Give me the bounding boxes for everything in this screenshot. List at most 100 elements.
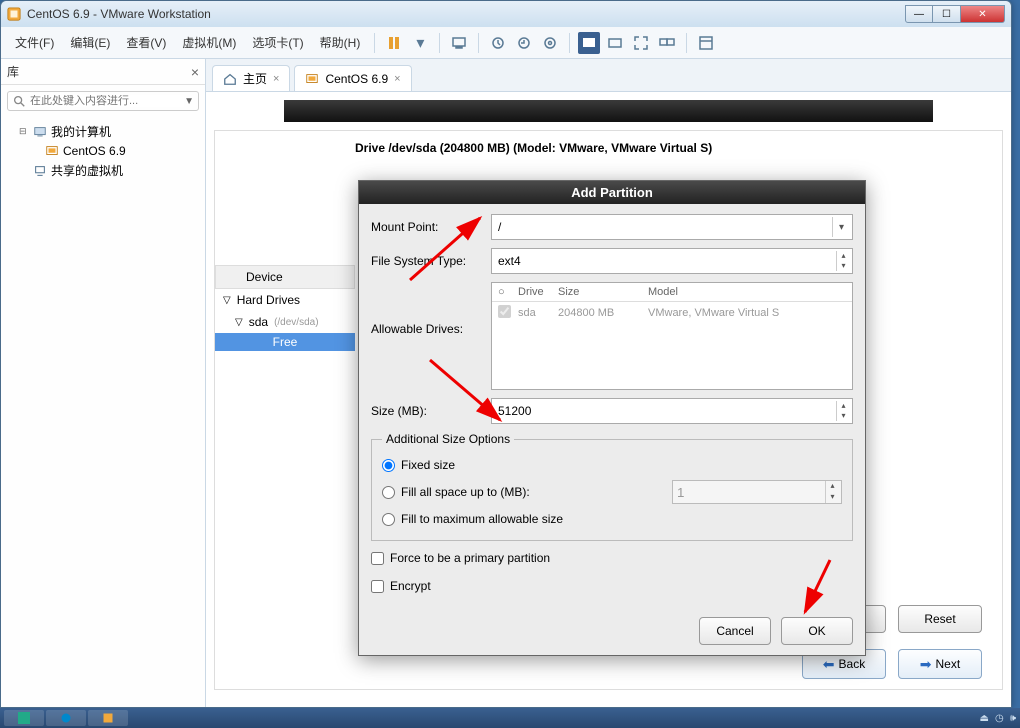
menu-tabs[interactable]: 选项卡(T) xyxy=(246,31,309,54)
fs-type-value: ext4 xyxy=(498,254,521,268)
snapshot-icon[interactable] xyxy=(487,32,509,54)
fixed-size-option[interactable]: Fixed size xyxy=(382,454,842,476)
collapse-icon[interactable]: ⊟ xyxy=(19,126,29,137)
fill-max-radio[interactable] xyxy=(382,513,395,526)
fill-upto-radio[interactable] xyxy=(382,486,395,499)
revert-icon[interactable] xyxy=(513,32,535,54)
pause-icon[interactable] xyxy=(383,32,405,54)
fs-type-label: File System Type: xyxy=(371,254,483,268)
tree-shared-vms[interactable]: 共享的虚拟机 xyxy=(3,160,203,181)
device-column-header: Device xyxy=(215,265,355,289)
mount-point-label: Mount Point: xyxy=(371,220,483,234)
drive-sda-name: sda xyxy=(518,307,558,319)
force-primary-checkbox[interactable] xyxy=(371,552,384,565)
allowable-drives-table[interactable]: ○ Drive Size Model sda 204800 MB VMware,… xyxy=(491,282,853,390)
mount-point-combo[interactable]: / ▾ xyxy=(491,214,853,240)
tab-centos[interactable]: CentOS 6.9 × xyxy=(294,65,411,91)
fullscreen-icon[interactable] xyxy=(630,32,652,54)
allowable-drives-label: Allowable Drives: xyxy=(371,282,483,336)
device-header-label: Device xyxy=(246,270,283,284)
window-maximize-button[interactable]: ☐ xyxy=(933,5,961,23)
tree-vm-label: CentOS 6.9 xyxy=(63,144,126,158)
library-icon[interactable] xyxy=(695,32,717,54)
shared-icon xyxy=(33,164,47,178)
cancel-button[interactable]: Cancel xyxy=(699,617,771,645)
force-primary-option[interactable]: Force to be a primary partition xyxy=(371,547,853,569)
fill-max-label: Fill to maximum allowable size xyxy=(401,512,563,526)
drives-drive-header: Drive xyxy=(518,286,558,298)
menu-vm[interactable]: 虚拟机(M) xyxy=(176,31,242,54)
manage-icon[interactable] xyxy=(539,32,561,54)
library-search-input[interactable] xyxy=(30,95,184,107)
size-input-wrapper: ▴▾ xyxy=(491,398,853,424)
library-panel: 库 × ▼ ⊟ 我的计算机 CentOS 6.9 xyxy=(1,59,206,707)
search-dropdown-icon[interactable]: ▼ xyxy=(184,96,194,107)
tray-icon[interactable]: ◷ xyxy=(995,713,1004,724)
window-minimize-button[interactable]: — xyxy=(905,5,933,23)
sda-path-label: (/dev/sda) xyxy=(274,317,318,328)
fixed-size-label: Fixed size xyxy=(401,458,455,472)
window-titlebar[interactable]: CentOS 6.9 - VMware Workstation — ☐ ✕ xyxy=(1,1,1011,27)
tab-home-close-icon[interactable]: × xyxy=(273,73,279,85)
vm-icon xyxy=(45,144,59,158)
home-icon xyxy=(223,72,237,86)
drives-model-header: Model xyxy=(648,286,846,298)
multi-monitor-icon[interactable] xyxy=(656,32,678,54)
send-keys-icon[interactable] xyxy=(448,32,470,54)
library-search[interactable]: ▼ xyxy=(7,91,199,111)
menu-edit[interactable]: 编辑(E) xyxy=(64,31,116,54)
expand-icon[interactable]: ▽ xyxy=(223,295,231,306)
tab-centos-label: CentOS 6.9 xyxy=(325,72,388,86)
console-view-icon[interactable] xyxy=(578,32,600,54)
window-close-button[interactable]: ✕ xyxy=(961,5,1005,23)
drive-sda-model: VMware, VMware Virtual S xyxy=(648,307,846,319)
additional-legend: Additional Size Options xyxy=(382,432,514,446)
taskbar-app-1[interactable] xyxy=(4,710,44,726)
force-primary-label: Force to be a primary partition xyxy=(390,551,550,565)
ok-button[interactable]: OK xyxy=(781,617,853,645)
drive-info-label: Drive /dev/sda (204800 MB) (Model: VMwar… xyxy=(355,141,982,155)
tray-icon[interactable]: ⏏ xyxy=(980,713,989,724)
tab-home[interactable]: 主页 × xyxy=(212,65,290,91)
encrypt-label: Encrypt xyxy=(390,579,431,593)
taskbar-app-3[interactable] xyxy=(88,710,128,726)
fill-upto-option[interactable]: Fill all space up to (MB): ▴▾ xyxy=(382,476,842,508)
encrypt-checkbox[interactable] xyxy=(371,580,384,593)
fill-upto-spinner-icon: ▴▾ xyxy=(825,481,839,503)
encrypt-option[interactable]: Encrypt xyxy=(371,575,853,597)
drives-check-header: ○ xyxy=(498,286,518,298)
drive-sda-size: 204800 MB xyxy=(558,307,648,319)
menu-help[interactable]: 帮助(H) xyxy=(314,31,367,54)
windows-taskbar[interactable]: ⏏ ◷ 🕪 xyxy=(0,708,1020,728)
expand-icon[interactable]: ▽ xyxy=(235,317,243,328)
chevron-down-icon[interactable]: ▾ xyxy=(832,217,850,237)
fill-upto-input xyxy=(672,480,842,504)
drives-row-sda[interactable]: sda 204800 MB VMware, VMware Virtual S xyxy=(492,302,852,324)
fill-max-option[interactable]: Fill to maximum allowable size xyxy=(382,508,842,530)
system-tray[interactable]: ⏏ ◷ 🕪 xyxy=(980,713,1017,724)
unity-icon[interactable] xyxy=(604,32,626,54)
dialog-title[interactable]: Add Partition xyxy=(359,181,865,204)
taskbar-app-2[interactable] xyxy=(46,710,86,726)
free-space-row[interactable]: Free xyxy=(215,333,355,351)
back-label: Back xyxy=(839,657,866,671)
tree-vm-centos[interactable]: CentOS 6.9 xyxy=(3,142,203,160)
dropdown-icon[interactable]: ▾ xyxy=(409,32,431,54)
reset-button[interactable]: Reset xyxy=(898,605,982,633)
size-spinner-icon[interactable]: ▴▾ xyxy=(836,401,850,421)
menu-view[interactable]: 查看(V) xyxy=(120,31,172,54)
drives-size-header: Size xyxy=(558,286,648,298)
fixed-size-radio[interactable] xyxy=(382,459,395,472)
tree-my-computer[interactable]: ⊟ 我的计算机 xyxy=(3,121,203,142)
tray-icon[interactable]: 🕪 xyxy=(1010,713,1016,724)
next-button[interactable]: ➡ Next xyxy=(898,649,982,679)
fs-type-combo[interactable]: ext4 ▴▾ xyxy=(491,248,853,274)
library-title: 库 xyxy=(7,63,191,80)
sda-row[interactable]: ▽ sda (/dev/sda) xyxy=(215,311,355,333)
tab-centos-close-icon[interactable]: × xyxy=(394,73,400,85)
hard-drives-row[interactable]: ▽ Hard Drives xyxy=(215,289,355,311)
spinner-icon[interactable]: ▴▾ xyxy=(836,251,850,271)
size-input[interactable] xyxy=(492,399,852,423)
library-close-icon[interactable]: × xyxy=(191,64,199,80)
menu-file[interactable]: 文件(F) xyxy=(9,31,60,54)
